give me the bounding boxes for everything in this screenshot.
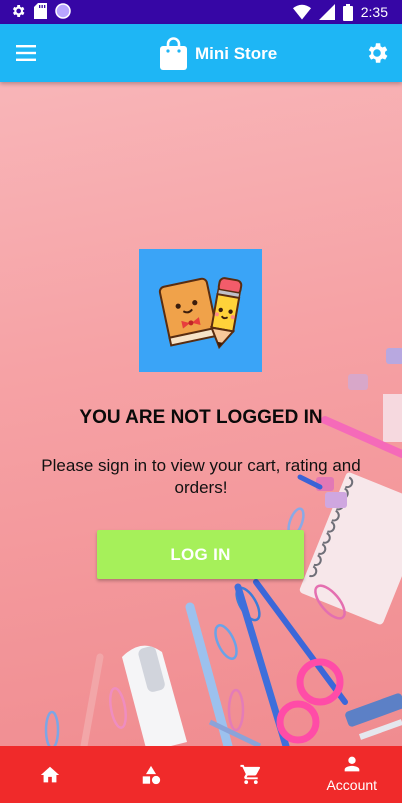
- signal-icon: [318, 4, 335, 20]
- settings-button[interactable]: [364, 40, 390, 66]
- store-logo-image: [139, 249, 262, 372]
- book-and-pencil-illustration: [158, 277, 243, 350]
- sd-card-icon: [34, 3, 47, 19]
- account-main: YOU ARE NOT LOGGED IN Please sign in to …: [0, 82, 402, 746]
- app-brand: Mini Store: [159, 37, 277, 70]
- home-icon: [41, 766, 60, 783]
- categories-icon: [142, 765, 160, 785]
- login-button[interactable]: LOG IN: [97, 530, 304, 579]
- battery-icon: [342, 3, 353, 21]
- settings-notification-icon: [12, 5, 25, 17]
- cart-icon: [240, 764, 261, 785]
- shopping-bag-icon: [160, 37, 187, 70]
- app-title: Mini Store: [195, 43, 278, 63]
- app-bar: Mini Store: [0, 24, 402, 82]
- gear-icon: [368, 43, 388, 63]
- menu-button[interactable]: [14, 41, 40, 65]
- hamburger-menu-icon: [16, 45, 36, 61]
- status-bar: 2:35: [0, 0, 402, 24]
- account-icon: [344, 756, 360, 772]
- status-time: 2:35: [360, 4, 388, 20]
- wifi-icon: [292, 4, 311, 20]
- nav-home[interactable]: [0, 746, 101, 803]
- not-logged-in-heading: YOU ARE NOT LOGGED IN: [79, 407, 323, 428]
- nav-cart[interactable]: [201, 746, 302, 803]
- bottom-navigation: Account: [0, 746, 402, 803]
- sync-circle-icon: [55, 3, 71, 19]
- nav-account[interactable]: Account: [302, 746, 402, 803]
- nav-categories[interactable]: [101, 746, 202, 803]
- nav-account-label: Account: [326, 777, 378, 793]
- sign-in-description: Please sign in to view your cart, rating…: [41, 456, 361, 497]
